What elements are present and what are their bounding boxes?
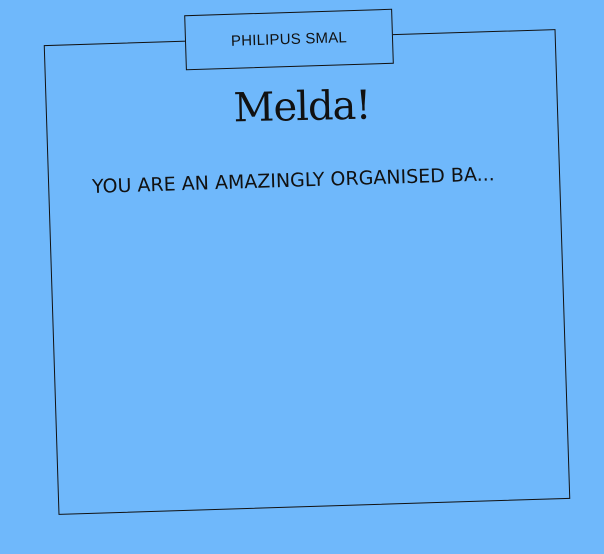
sender-name: PHILIPUS SMAL [230, 29, 348, 50]
sender-tag: PHILIPUS SMAL [184, 8, 394, 71]
